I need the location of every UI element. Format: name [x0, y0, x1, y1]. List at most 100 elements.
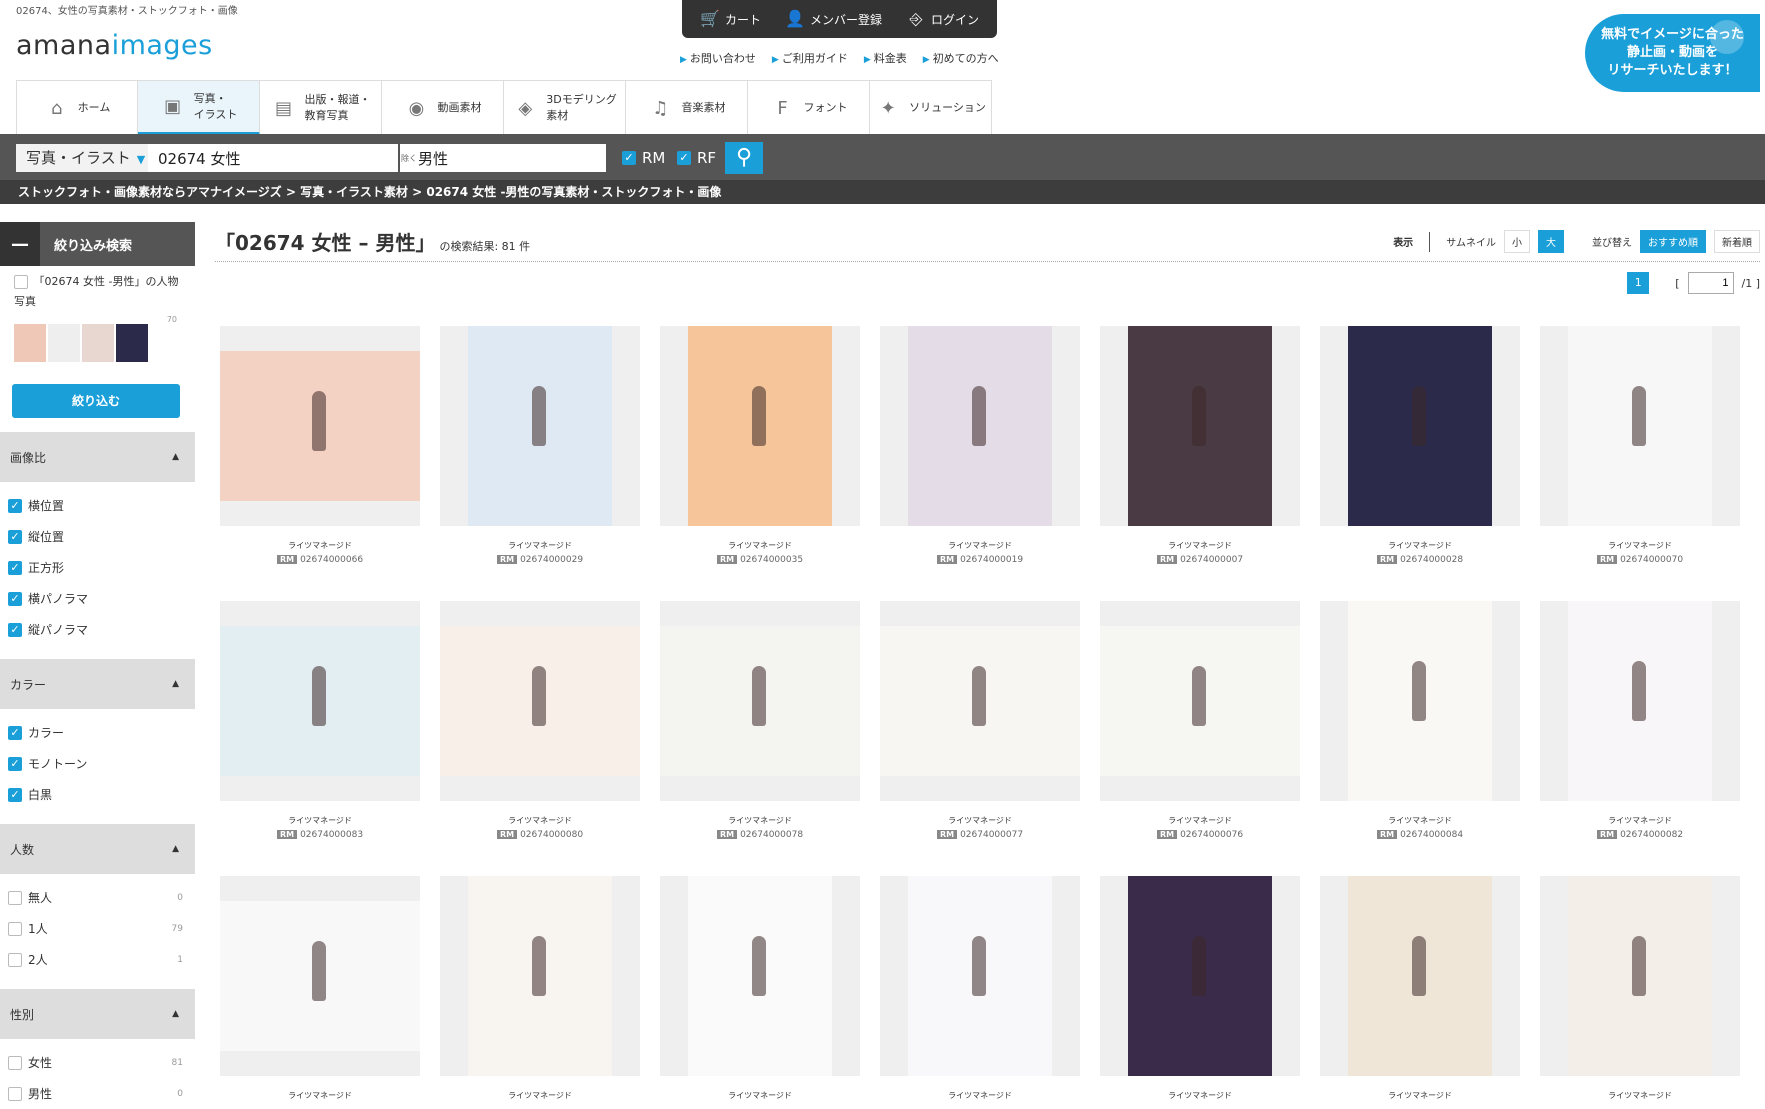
result-item[interactable]: ライツマネージド: [660, 876, 860, 1101]
filter-option[interactable]: ✓ 縦位置: [0, 521, 195, 552]
filter-section-header[interactable]: 画像比 ▲: [0, 432, 195, 482]
checkbox[interactable]: [8, 1086, 22, 1101]
result-item[interactable]: ライツマネージド RM 02674000084: [1320, 601, 1520, 840]
nav-item-2[interactable]: ▤ 出版・報道・ 教育写真: [260, 81, 382, 135]
result-thumbnail[interactable]: [440, 876, 640, 1076]
result-item[interactable]: ライツマネージド RM 02674000082: [1540, 601, 1740, 840]
nav-item-1[interactable]: ▣ 写真・ イラスト: [138, 81, 260, 135]
result-thumbnail[interactable]: [220, 876, 420, 1076]
nav-item-3[interactable]: ◉ 動画素材: [382, 81, 504, 135]
result-thumbnail[interactable]: [880, 326, 1080, 526]
result-item[interactable]: ライツマネージド RM 02674000078: [660, 601, 860, 840]
checkbox[interactable]: [8, 890, 22, 905]
result-thumbnail[interactable]: [880, 601, 1080, 801]
thumb-small-button[interactable]: 小: [1504, 230, 1530, 253]
result-item[interactable]: ライツマネージド RM 02674000007: [1100, 326, 1300, 565]
result-item[interactable]: ライツマネージド RM 02674000035: [660, 326, 860, 565]
result-thumbnail[interactable]: [1320, 601, 1520, 801]
result-item[interactable]: ライツマネージド RM 02674000070: [1540, 326, 1740, 565]
filter-option[interactable]: ✓ カラー: [0, 717, 195, 748]
contact-link[interactable]: ▶ お問い合わせ: [680, 50, 756, 66]
result-item[interactable]: ライツマネージド RM 02674000066: [220, 326, 420, 565]
cart-link[interactable]: 🛒 カート: [700, 10, 761, 28]
filter-option[interactable]: ✓ モノトーン: [0, 748, 195, 779]
checkbox[interactable]: [8, 952, 22, 967]
result-thumbnail[interactable]: [880, 876, 1080, 1076]
filter-header[interactable]: — 絞り込み検索: [0, 222, 195, 266]
filter-section-header[interactable]: カラー ▲: [0, 659, 195, 709]
check-icon[interactable]: ✓: [8, 591, 22, 606]
sort-recommended-button[interactable]: おすすめ順: [1640, 230, 1706, 253]
nav-item-4[interactable]: ◈ 3Dモデリング 素材: [504, 81, 626, 135]
filter-option[interactable]: ✓ 正方形: [0, 552, 195, 583]
filter-option[interactable]: ✓ 白黒: [0, 779, 195, 810]
result-thumbnail[interactable]: [660, 601, 860, 801]
result-thumbnail[interactable]: [1320, 326, 1520, 526]
keyword-input[interactable]: [148, 144, 398, 172]
result-item[interactable]: ライツマネージド RM 02674000077: [880, 601, 1080, 840]
result-item[interactable]: ライツマネージド RM 02674000028: [1320, 326, 1520, 565]
filter-option[interactable]: 女性 81: [0, 1047, 195, 1078]
filter-section-header[interactable]: 性別 ▲: [0, 989, 195, 1039]
check-icon[interactable]: ✓: [8, 725, 22, 740]
rf-checkbox[interactable]: ✓ RF: [677, 144, 717, 172]
result-thumbnail[interactable]: [440, 601, 640, 801]
member-register-link[interactable]: 👤 メンバー登録: [785, 10, 882, 28]
check-icon[interactable]: ✓: [8, 622, 22, 637]
check-icon[interactable]: ✓: [8, 498, 22, 513]
filter-option[interactable]: 男性 0: [0, 1078, 195, 1109]
result-item[interactable]: ライツマネージド RM 02674000076: [1100, 601, 1300, 840]
page-input[interactable]: [1687, 272, 1734, 294]
exclude-input[interactable]: [418, 145, 598, 171]
nav-item-6[interactable]: F フォント: [748, 81, 870, 135]
result-item[interactable]: ライツマネージド RM 02674000080: [440, 601, 640, 840]
narrow-button[interactable]: 絞り込む: [12, 384, 180, 418]
result-thumbnail[interactable]: [660, 876, 860, 1076]
filter-option[interactable]: 1人 79: [0, 913, 195, 944]
sort-newest-button[interactable]: 新着順: [1714, 230, 1760, 253]
result-thumbnail[interactable]: [220, 326, 420, 526]
result-thumbnail[interactable]: [1100, 601, 1300, 801]
nav-item-0[interactable]: ⌂ ホーム: [16, 81, 138, 135]
filter-section-header[interactable]: 人数 ▲: [0, 824, 195, 874]
search-button[interactable]: ⚲: [725, 142, 763, 174]
amana-logo[interactable]: amanaimages: [16, 30, 213, 61]
check-icon[interactable]: ✓: [8, 756, 22, 771]
result-thumbnail[interactable]: [1540, 326, 1740, 526]
result-thumbnail[interactable]: [1540, 601, 1740, 801]
filter-option[interactable]: ✓ 縦パノラマ: [0, 614, 195, 645]
result-item[interactable]: ライツマネージド: [1540, 876, 1740, 1101]
pricing-link[interactable]: ▶ 料金表: [864, 50, 907, 66]
result-thumbnail[interactable]: [440, 326, 640, 526]
research-banner[interactable]: 無料でイメージに合った 静止画・動画を リサーチいたします！: [1585, 14, 1760, 92]
first-time-link[interactable]: ▶ 初めての方へ: [923, 50, 999, 66]
checkbox[interactable]: [8, 1055, 22, 1070]
filter-option[interactable]: 2人 1: [0, 944, 195, 975]
thumb-large-button[interactable]: 大: [1538, 230, 1564, 253]
exclude-field[interactable]: 除く: [400, 144, 606, 172]
result-thumbnail[interactable]: [220, 601, 420, 801]
guide-link[interactable]: ▶ ご利用ガイド: [772, 50, 848, 66]
breadcrumb[interactable]: ストックフォト・画像素材ならアマナイメージズ > 写真・イラスト素材 > 026…: [0, 180, 1765, 204]
result-thumbnail[interactable]: [1540, 876, 1740, 1076]
result-item[interactable]: ライツマネージド: [880, 876, 1080, 1101]
result-item[interactable]: ライツマネージド RM 02674000019: [880, 326, 1080, 565]
filter-option[interactable]: 無人 0: [0, 882, 195, 913]
nav-item-5[interactable]: ♫ 音楽素材: [626, 81, 748, 135]
result-thumbnail[interactable]: [1100, 876, 1300, 1076]
person-photo-filter[interactable]: 「02674 女性 -男性」の人物写真 70: [0, 266, 195, 324]
category-select[interactable]: 写真・イラスト ▼: [16, 144, 148, 172]
filter-option[interactable]: ✓ 横位置: [0, 490, 195, 521]
filter-option[interactable]: ✓ 横パノラマ: [0, 583, 195, 614]
result-item[interactable]: ライツマネージド RM 02674000029: [440, 326, 640, 565]
check-icon[interactable]: ✓: [8, 787, 22, 802]
result-thumbnail[interactable]: [1320, 876, 1520, 1076]
result-item[interactable]: ライツマネージド RM 02674000083: [220, 601, 420, 840]
collapse-icon[interactable]: —: [0, 222, 40, 266]
result-item[interactable]: ライツマネージド: [1100, 876, 1300, 1101]
check-icon[interactable]: ✓: [8, 529, 22, 544]
page-1-button[interactable]: 1: [1627, 272, 1650, 294]
result-thumbnail[interactable]: [1100, 326, 1300, 526]
result-item[interactable]: ライツマネージド: [440, 876, 640, 1101]
result-thumbnail[interactable]: [660, 326, 860, 526]
